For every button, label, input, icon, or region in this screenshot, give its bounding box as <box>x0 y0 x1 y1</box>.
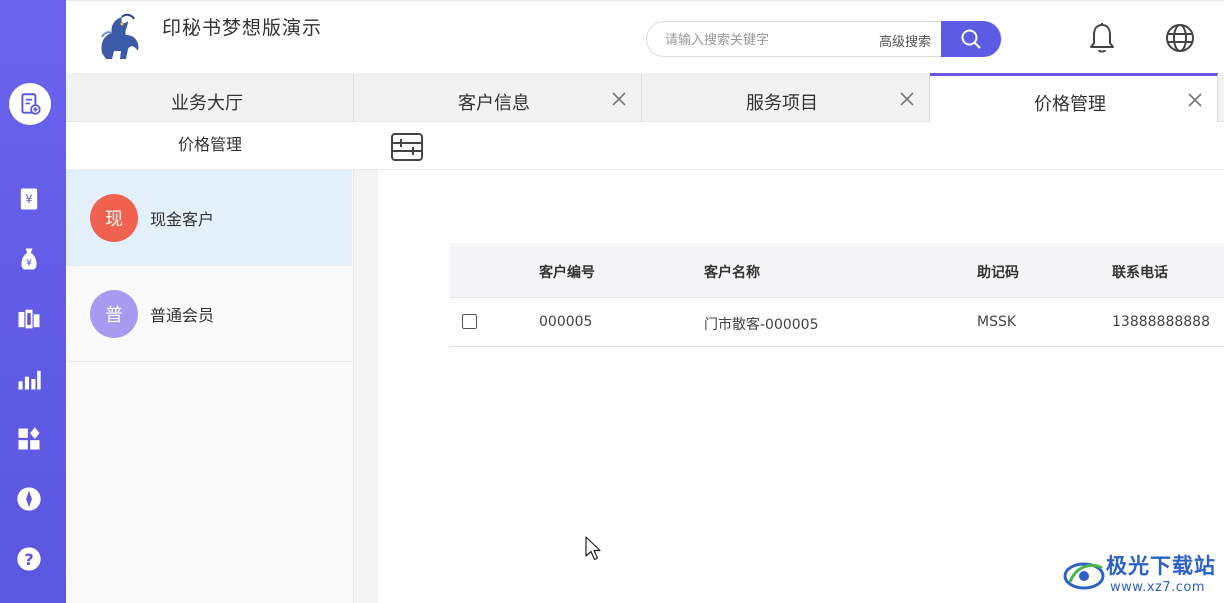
apps-icon[interactable] <box>13 423 45 455</box>
close-icon[interactable] <box>899 91 915 107</box>
content-gutter <box>354 170 378 603</box>
column-header[interactable]: 联系电话 <box>1112 262 1168 282</box>
tab-customer-info[interactable]: 客户信息 <box>354 73 642 122</box>
left-rail: ¥ ¥ ? <box>0 0 66 603</box>
row-checkbox[interactable] <box>462 314 477 329</box>
customer-type-member[interactable]: 普 普通会员 <box>66 266 352 362</box>
tab-bar: 业务大厅 客户信息 服务项目 价格管理 <box>66 73 1224 123</box>
column-header[interactable]: 客户名称 <box>704 262 760 282</box>
filter-settings-icon[interactable] <box>390 132 424 162</box>
content-toolbar <box>354 122 1224 170</box>
watermark-logo-icon <box>1063 562 1105 590</box>
bar-chart-icon[interactable] <box>13 363 45 395</box>
avatar: 现 <box>90 194 138 242</box>
table-cell: 门市散客-000005 <box>704 317 819 333</box>
tab-price-management[interactable]: 价格管理 <box>930 73 1218 123</box>
svg-text:¥: ¥ <box>25 192 32 206</box>
advanced-search-link[interactable]: 高级搜索 <box>879 31 931 50</box>
customer-type-cash[interactable]: 现 现金客户 <box>66 170 352 266</box>
customer-type-panel: 价格管理 现 现金客户 普 普通会员 <box>66 122 354 603</box>
money-bag-icon[interactable]: ¥ <box>13 243 45 275</box>
compass-icon[interactable] <box>13 483 45 515</box>
help-icon[interactable]: ? <box>13 543 45 575</box>
search-icon <box>961 29 981 49</box>
header-bar: 印秘书梦想版演示 高级搜索 <box>66 0 1224 73</box>
table-cell: 000005 <box>539 314 593 330</box>
search-button[interactable] <box>941 21 1001 57</box>
search-input[interactable] <box>665 28 855 52</box>
column-header[interactable]: 助记码 <box>977 262 1019 282</box>
table-cell: 13888888888 <box>1112 314 1210 330</box>
table-cell: MSSK <box>977 314 1017 330</box>
app-logo-icon <box>101 13 139 59</box>
tab-label: 客户信息 <box>458 93 530 114</box>
tab-business-hall[interactable]: 业务大厅 <box>66 73 354 122</box>
library-icon[interactable] <box>13 303 45 335</box>
customer-type-label: 现金客户 <box>150 210 215 229</box>
invoice-icon[interactable]: ¥ <box>13 183 45 215</box>
watermark: 极光下载站 www.xz7.com <box>1062 550 1222 600</box>
tab-service-items[interactable]: 服务项目 <box>642 73 930 122</box>
close-icon[interactable] <box>611 91 627 107</box>
customer-table: 客户编号 客户名称 助记码 联系电话 000005 门市散客-000005 MS… <box>450 243 1224 347</box>
mouse-cursor-icon <box>585 536 601 561</box>
tab-label: 价格管理 <box>1034 94 1106 115</box>
app-title: 印秘书梦想版演示 <box>162 17 323 39</box>
notification-bell-icon[interactable] <box>1086 21 1118 55</box>
table-row[interactable]: 000005 门市散客-000005 MSSK 13888888888 <box>450 298 1224 347</box>
panel-title: 价格管理 <box>66 122 354 170</box>
tab-label: 业务大厅 <box>171 93 243 114</box>
tab-label: 服务项目 <box>746 93 818 114</box>
avatar: 普 <box>90 290 138 338</box>
svg-text:?: ? <box>24 550 33 569</box>
close-icon[interactable] <box>1187 92 1203 108</box>
app-window: ¥ ¥ ? 印秘书梦想版演示 高级搜索 <box>0 0 1224 603</box>
customer-type-label: 普通会员 <box>150 306 215 325</box>
table-header: 客户编号 客户名称 助记码 联系电话 <box>450 243 1224 298</box>
watermark-url: www.xz7.com <box>1110 580 1206 595</box>
language-globe-icon[interactable] <box>1164 22 1196 54</box>
svg-text:¥: ¥ <box>26 258 32 269</box>
column-header[interactable]: 客户编号 <box>539 262 595 282</box>
watermark-name: 极光下载站 <box>1106 554 1216 578</box>
new-order-icon[interactable] <box>9 83 51 125</box>
